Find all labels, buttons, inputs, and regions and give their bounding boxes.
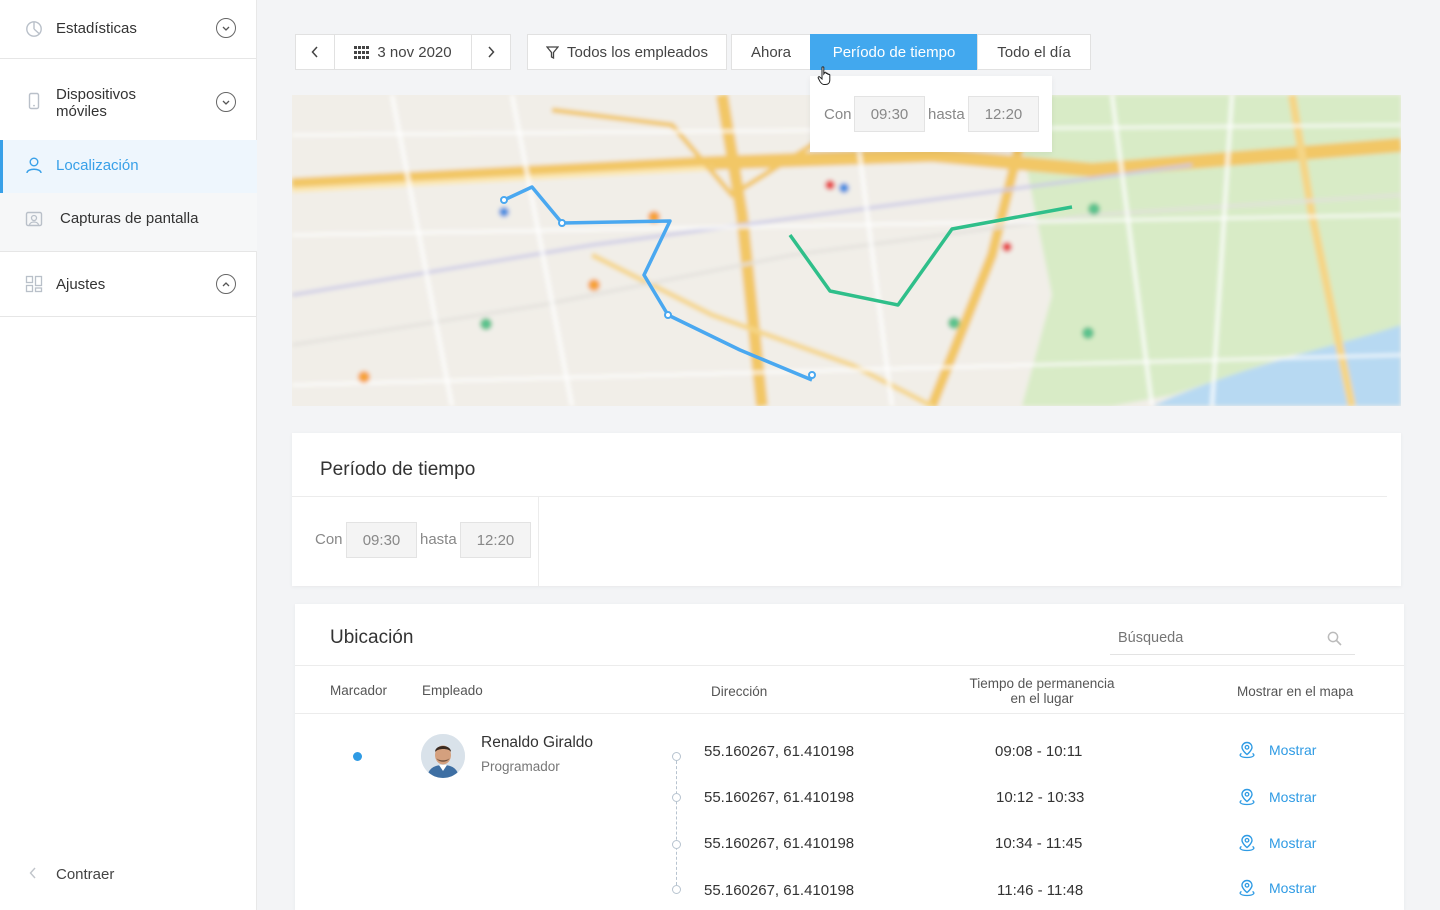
row-address: 55.160267, 61.410198 [704,789,855,806]
show-on-map-link[interactable]: Mostrar [1238,879,1316,897]
to-label: hasta [420,531,457,548]
chevron-left-icon [29,866,37,883]
date-label: 3 nov 2020 [377,43,452,61]
from-label: Con [824,106,852,123]
sidebar-item-ajustes[interactable]: Ajustes [0,252,257,316]
popover-to-input[interactable]: 12:20 [968,96,1039,132]
sidebar-item-dispositivos[interactable]: Dispositivos móviles [0,59,257,139]
period-from-input[interactable]: 09:30 [346,522,417,558]
timeline-node [672,840,681,849]
col-marker: Marcador [330,683,388,698]
show-on-map-link[interactable]: Mostrar [1238,834,1316,852]
popover-from-input[interactable]: 09:30 [854,96,925,132]
chevron-right-icon [488,46,495,58]
user-icon [25,156,43,174]
sidebar-item-label: Capturas de pantalla [60,210,199,227]
chevron-left-icon [311,46,318,58]
row-address: 55.160267, 61.410198 [704,743,855,760]
divider [538,497,539,586]
pie-chart-icon [25,20,43,38]
tab-label: Todo el día [997,43,1071,61]
period-card: Período de tiempo Con 09:30 hasta 12:20 [292,433,1401,586]
row-address: 55.160267, 61.410198 [704,882,855,899]
col-time-line: en el lugar [1010,691,1074,706]
hand-cursor-icon [817,66,831,85]
search-input[interactable] [1118,630,1318,646]
employee-name: Renaldo Giraldo [481,734,594,751]
settings-grid-icon [25,275,43,293]
collapse-label: Contraer [56,866,115,883]
col-time: Tiempo de permanencia en el lugar [945,676,1139,706]
show-link-label: Mostrar [1269,835,1317,851]
date-picker[interactable]: 3 nov 2020 [334,34,472,70]
timeline-node [672,885,681,894]
tab-label: Período de tiempo [832,43,956,61]
sidebar-item-localizacion[interactable]: Localización [0,140,257,193]
sidebar-item-estadisticas[interactable]: Estadísticas [0,0,257,58]
from-label: Con [315,531,343,548]
map-pin-icon [1239,834,1255,852]
row-time: 11:46 - 11:48 [997,882,1084,899]
calendar-grid-icon [354,45,370,59]
show-on-map-link[interactable]: Mostrar [1238,741,1316,759]
row-time: 10:34 - 11:45 [995,835,1083,852]
divider [295,713,1404,714]
employees-filter-label: Todos los empleados [567,43,708,61]
filter-icon [546,45,560,59]
row-time: 10:12 - 10:33 [996,789,1085,806]
employees-filter-button[interactable]: Todos los empleados [527,34,727,70]
sidebar-item-label: Dispositivos móviles [56,86,137,120]
screenshot-icon [25,210,43,228]
map-pin-icon [1239,788,1255,806]
show-link-label: Mostrar [1269,789,1317,805]
period-to-input[interactable]: 12:20 [460,522,531,558]
divider [295,665,1404,666]
show-link-label: Mostrar [1269,742,1317,758]
card-title: Ubicación [330,627,414,648]
map-pin-icon [1239,879,1255,897]
search-icon[interactable] [1327,631,1342,646]
search-field[interactable] [1110,624,1355,655]
sidebar-item-label: Ajustes [56,276,106,293]
tab-todo-el-dia[interactable]: Todo el día [977,34,1091,70]
col-time-line: Tiempo de permanencia [969,676,1115,691]
to-label: hasta [928,106,965,123]
mobile-icon [25,92,43,110]
time-period-popover: Con 09:30 hasta 12:20 [810,76,1052,152]
row-address: 55.160267, 61.410198 [704,835,855,852]
avatar [421,734,465,778]
tab-ahora[interactable]: Ahora [731,34,811,70]
timeline-node [672,793,681,802]
timeline-line [676,756,677,890]
sidebar-item-label: Estadísticas [56,20,137,37]
show-on-map-link[interactable]: Mostrar [1238,788,1316,806]
collapse-button[interactable]: Contraer [0,862,257,888]
prev-date-button[interactable] [295,34,335,70]
show-link-label: Mostrar [1269,880,1317,896]
tab-label: Ahora [750,43,792,61]
card-title: Período de tiempo [320,459,476,480]
sidebar-item-capturas[interactable]: Capturas de pantalla [0,193,257,251]
divider [292,496,1387,497]
chevron-down-icon[interactable] [216,92,236,112]
sidebar-item-label: Localización [56,157,139,174]
divider [0,316,256,317]
employee-role: Programador [481,759,560,774]
col-show: Mostrar en el mapa [1237,684,1354,699]
map-pin-icon [1239,741,1255,759]
marker-dot [353,752,362,761]
chevron-down-icon[interactable] [216,18,236,38]
chevron-up-icon[interactable] [216,274,236,294]
sidebar: Estadísticas Dispositivos móviles Locali… [0,0,257,910]
next-date-button[interactable] [471,34,511,70]
col-employee: Empleado [422,683,483,698]
timeline-node [672,752,681,761]
location-card: Ubicación Marcador Empleado Dirección Ti… [295,604,1404,910]
col-address: Dirección [711,684,768,699]
tab-periodo[interactable]: Período de tiempo [810,34,978,70]
row-time: 09:08 - 10:11 [995,743,1083,760]
